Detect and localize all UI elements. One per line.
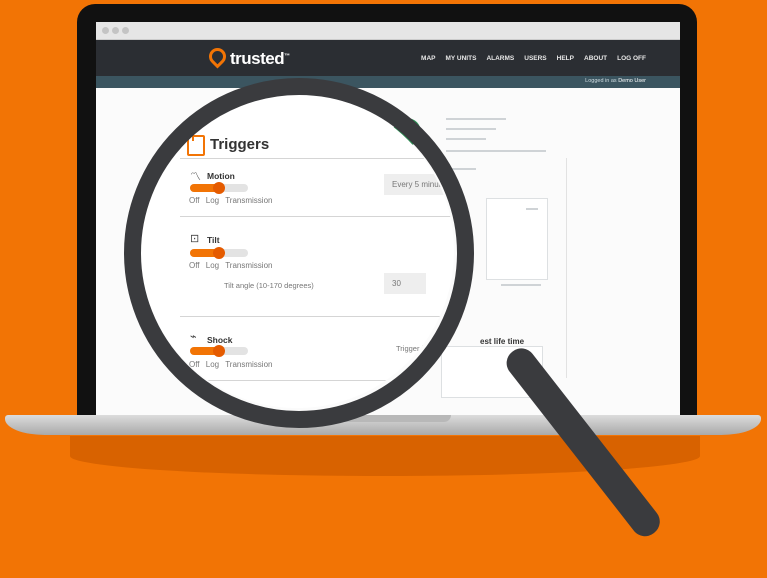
laptop-base <box>5 415 761 435</box>
nav-about[interactable]: ABOUT <box>584 55 607 62</box>
browser-chrome <box>96 22 680 40</box>
nav-my-units[interactable]: MY UNITS <box>445 55 476 62</box>
info-line <box>446 128 496 130</box>
main-menu: MAP MY UNITS ALARMS USERS HELP ABOUT LOG… <box>421 55 646 62</box>
nav-help[interactable]: HELP <box>557 55 574 62</box>
nav-users[interactable]: USERS <box>524 55 546 62</box>
nav-map[interactable]: MAP <box>421 55 435 62</box>
logged-in-user: Demo User <box>618 78 646 84</box>
info-line <box>446 150 546 152</box>
info-line <box>446 118 506 120</box>
brand-logo[interactable]: trusted™ <box>205 44 290 69</box>
legend-line <box>501 284 541 286</box>
info-line <box>446 138 486 140</box>
window-close-dot[interactable] <box>102 27 109 34</box>
chart-panel <box>486 198 548 280</box>
column-divider <box>566 158 567 378</box>
brand-name: trusted <box>230 49 285 68</box>
battery-life-label: est life time <box>480 337 525 346</box>
nav-alarms[interactable]: ALARMS <box>486 55 514 62</box>
logged-in-label: Logged in as <box>585 78 617 84</box>
nav-log-off[interactable]: LOG OFF <box>617 55 646 62</box>
logged-in-info: Logged in as Demo User <box>585 78 646 84</box>
top-navbar: trusted™ MAP MY UNITS ALARMS USERS HELP … <box>96 40 680 76</box>
brand-trademark: ™ <box>284 53 290 60</box>
window-minimize-dot[interactable] <box>112 27 119 34</box>
location-pin-icon <box>205 44 230 69</box>
window-maximize-dot[interactable] <box>122 27 129 34</box>
session-bar: Logged in as Demo User <box>96 76 680 88</box>
magnifier-ring <box>124 78 474 428</box>
legend-line <box>526 208 538 210</box>
